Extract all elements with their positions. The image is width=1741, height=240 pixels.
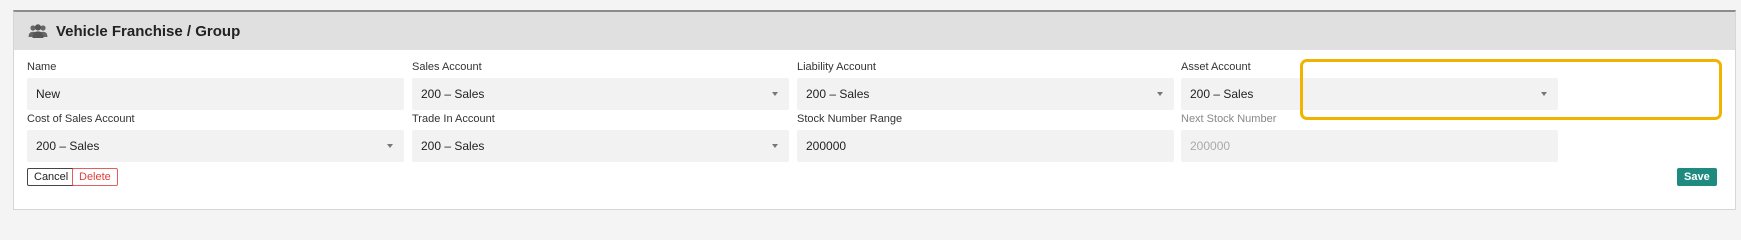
cost-of-sales-account-select[interactable]: 200 – Sales <box>27 130 404 162</box>
name-input[interactable]: New <box>27 78 404 110</box>
liability-account-value: 200 – Sales <box>806 87 870 101</box>
liability-account-label: Liability Account <box>797 61 876 73</box>
asset-account-label: Asset Account <box>1181 61 1251 73</box>
next-stock-number-value: 200000 <box>1190 139 1231 153</box>
trade-in-account-value: 200 – Sales <box>421 139 485 153</box>
chevron-down-icon <box>1157 92 1163 96</box>
name-value: New <box>36 87 61 101</box>
cost-of-sales-account-field: Cost of Sales Account 200 – Sales <box>27 112 404 162</box>
cost-of-sales-account-label: Cost of Sales Account <box>27 113 135 125</box>
users-icon <box>28 24 48 38</box>
name-label: Name <box>27 61 57 73</box>
chevron-down-icon <box>1541 92 1547 96</box>
stock-number-range-label: Stock Number Range <box>797 113 903 125</box>
chevron-down-icon <box>772 144 778 148</box>
next-stock-number-input: 200000 <box>1181 130 1558 162</box>
vehicle-franchise-panel: Vehicle Franchise / Group Name New Sales… <box>13 10 1736 210</box>
save-button[interactable]: Save <box>1677 168 1717 186</box>
next-stock-number-label: Next Stock Number <box>1181 113 1277 125</box>
trade-in-account-field: Trade In Account 200 – Sales <box>412 112 789 162</box>
trade-in-account-label: Trade In Account <box>412 113 495 125</box>
sales-account-field: Sales Account 200 – Sales <box>412 60 789 110</box>
sales-account-value: 200 – Sales <box>421 87 485 101</box>
asset-account-value: 200 – Sales <box>1190 87 1254 101</box>
liability-account-field: Liability Account 200 – Sales <box>797 60 1174 110</box>
liability-account-select[interactable]: 200 – Sales <box>797 78 1174 110</box>
delete-button[interactable]: Delete <box>72 168 118 186</box>
next-stock-number-field: Next Stock Number 200000 <box>1181 112 1558 162</box>
stock-number-range-input[interactable]: 200000 <box>797 130 1174 162</box>
asset-account-select[interactable]: 200 – Sales <box>1181 78 1558 110</box>
chevron-down-icon <box>387 144 393 148</box>
asset-account-field: Asset Account 200 – Sales <box>1181 60 1558 110</box>
cost-of-sales-account-value: 200 – Sales <box>36 139 100 153</box>
sales-account-select[interactable]: 200 – Sales <box>412 78 789 110</box>
sales-account-label: Sales Account <box>412 61 482 73</box>
chevron-down-icon <box>772 92 778 96</box>
panel-header: Vehicle Franchise / Group <box>14 12 1735 50</box>
page-title: Vehicle Franchise / Group <box>56 22 241 40</box>
cancel-button[interactable]: Cancel <box>27 168 76 186</box>
name-field: Name New <box>27 60 404 110</box>
stock-number-range-field: Stock Number Range 200000 <box>797 112 1174 162</box>
trade-in-account-select[interactable]: 200 – Sales <box>412 130 789 162</box>
stock-number-range-value: 200000 <box>806 139 847 153</box>
